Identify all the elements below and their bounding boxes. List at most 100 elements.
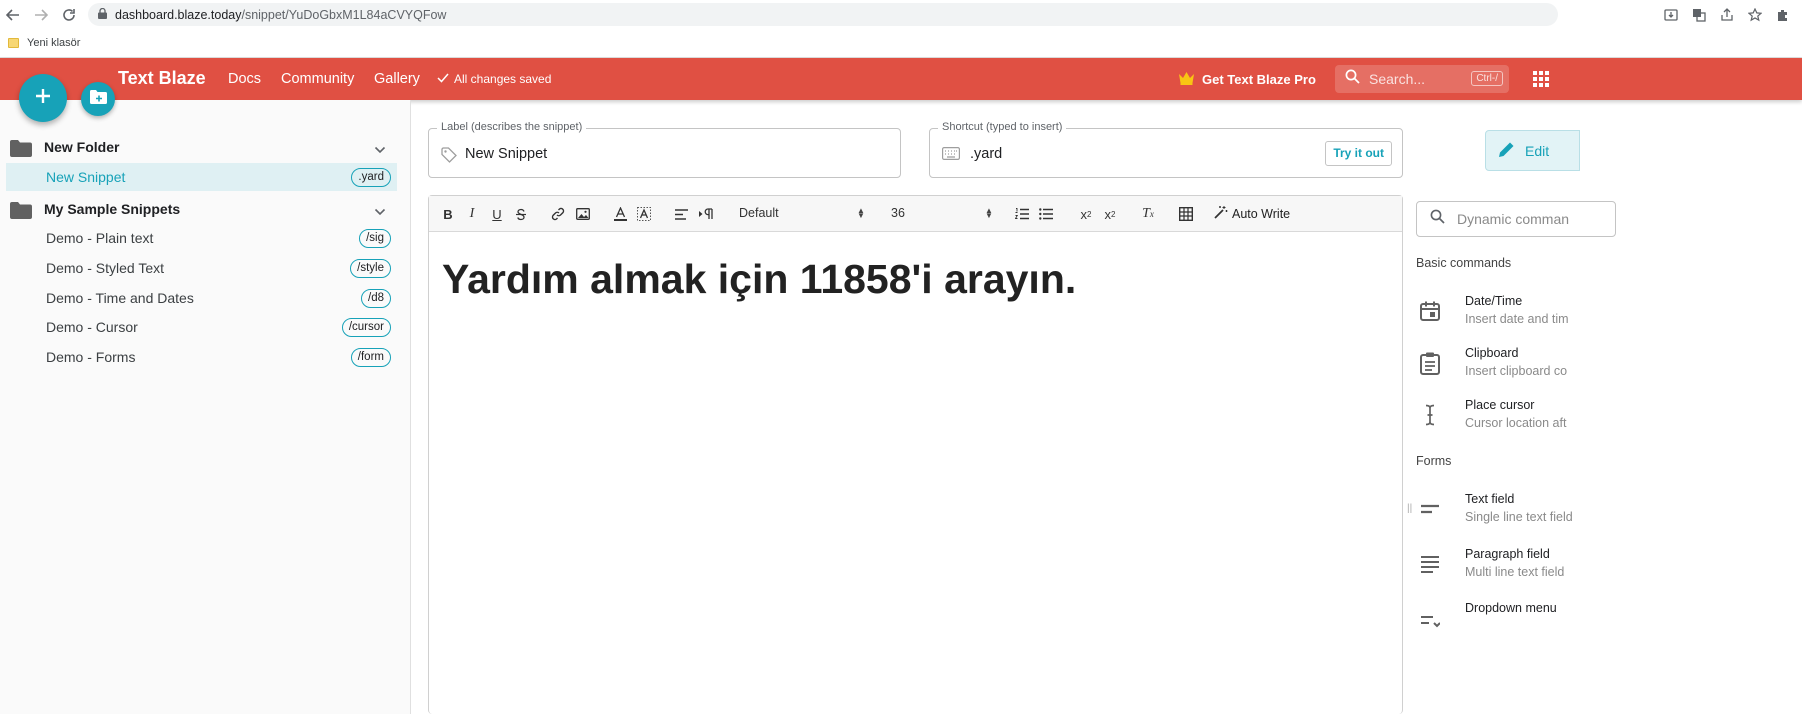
clipboard-icon: [1418, 351, 1442, 375]
install-icon[interactable]: [1660, 4, 1682, 26]
clear-format-mark: x: [1149, 209, 1154, 219]
snippet-name: Demo - Styled Text: [46, 260, 165, 276]
command-title: Clipboard: [1465, 346, 1519, 360]
url-path: /snippet/YuDoGbxM1L84aCVYQFow: [241, 7, 447, 22]
translate-icon[interactable]: [1688, 4, 1710, 26]
snippet-item-forms[interactable]: Demo - Forms /form: [6, 343, 397, 371]
snippet-item-new-snippet[interactable]: New Snippet .yard: [6, 163, 397, 191]
tab-edit-label: Edit: [1525, 142, 1550, 159]
dynamic-command-search-placeholder: Dynamic comman: [1457, 211, 1570, 227]
folder-icon: [10, 202, 32, 224]
panel-resize-handle[interactable]: ||: [1407, 503, 1412, 514]
share-icon[interactable]: [1716, 4, 1738, 26]
sidebar: New Folder New Snippet .yard My Sample S…: [0, 100, 411, 714]
browser-toolbar: dashboard.blaze.today/snippet/YuDoGbxM1L…: [0, 0, 1802, 29]
search-icon: [1345, 69, 1360, 89]
command-date-time[interactable]: Date/Time Insert date and tim: [1416, 294, 1616, 334]
bold-icon[interactable]: B: [440, 206, 456, 222]
text-direction-icon[interactable]: [698, 206, 718, 222]
new-folder-button[interactable]: [81, 82, 115, 116]
nav-docs[interactable]: Docs: [228, 71, 261, 87]
shortcut-badge: /form: [350, 348, 391, 367]
snippet-item-styled-text[interactable]: Demo - Styled Text /style: [6, 254, 397, 282]
back-icon[interactable]: [2, 4, 24, 26]
chevron-down-icon[interactable]: [374, 203, 386, 221]
label-field-legend: Label (describes the snippet): [437, 121, 587, 133]
short-text-icon: [1418, 497, 1442, 521]
app-header: Text Blaze Docs Community Gallery All ch…: [0, 58, 1802, 100]
command-clipboard[interactable]: Clipboard Insert clipboard co: [1416, 346, 1616, 386]
search-icon: [1430, 209, 1445, 229]
get-pro-label: Get Text Blaze Pro: [1202, 72, 1316, 87]
subscript-mark: 2: [1087, 209, 1092, 219]
strikethrough-icon[interactable]: [513, 206, 529, 222]
folder-icon: [8, 38, 19, 48]
font-family-select[interactable]: Default: [739, 206, 779, 220]
folder-name: My Sample Snippets: [44, 201, 181, 217]
dynamic-command-search-input[interactable]: Dynamic comman: [1416, 201, 1616, 237]
snippet-item-time-and-dates[interactable]: Demo - Time and Dates /d8: [6, 284, 397, 312]
shortcut-field[interactable]: Shortcut (typed to insert) .yard Try it …: [929, 121, 1403, 178]
brand-title[interactable]: Text Blaze: [118, 68, 206, 89]
search-shortcut-hint: Ctrl-/: [1471, 71, 1503, 86]
address-bar[interactable]: dashboard.blaze.today/snippet/YuDoGbxM1L…: [88, 3, 1558, 26]
new-snippet-button[interactable]: [19, 74, 67, 122]
command-dropdown-menu[interactable]: Dropdown menu: [1416, 601, 1616, 641]
clear-format-label: T: [1142, 206, 1150, 221]
editor-content[interactable]: Yardım almak için 11858'i arayın.: [442, 256, 1076, 303]
folder-new-folder[interactable]: New Folder: [0, 132, 400, 162]
command-title: Dropdown menu: [1465, 601, 1557, 615]
extensions-icon[interactable]: [1772, 4, 1794, 26]
subscript-icon[interactable]: x2: [1076, 206, 1096, 222]
command-title: Date/Time: [1465, 294, 1523, 308]
forward-icon[interactable]: [30, 4, 52, 26]
snippet-item-cursor[interactable]: Demo - Cursor /cursor: [6, 313, 397, 341]
italic-icon[interactable]: I: [464, 206, 480, 222]
label-field[interactable]: Label (describes the snippet) New Snippe…: [428, 121, 901, 178]
nav-community[interactable]: Community: [281, 71, 354, 87]
folder-my-sample-snippets[interactable]: My Sample Snippets: [0, 194, 400, 224]
search-input[interactable]: Search... Ctrl-/: [1335, 65, 1509, 93]
command-title: Paragraph field: [1465, 547, 1550, 561]
clear-format-icon[interactable]: Tx: [1138, 206, 1158, 222]
snippet-editor[interactable]: B I U Default ▲ ▼ 36 ▲ ▼ x2 x2 Tx Auto Wri…: [428, 195, 1403, 714]
star-icon[interactable]: [1744, 4, 1766, 26]
numbered-list-icon[interactable]: [1014, 206, 1030, 222]
nav-gallery[interactable]: Gallery: [374, 71, 420, 87]
superscript-icon[interactable]: x2: [1100, 206, 1120, 222]
crown-icon: [1178, 71, 1195, 88]
link-icon[interactable]: [550, 206, 566, 222]
get-pro-button[interactable]: Get Text Blaze Pro: [1178, 71, 1316, 88]
snippet-name: Demo - Time and Dates: [46, 290, 194, 306]
image-icon[interactable]: [575, 206, 591, 222]
snippet-name: Demo - Forms: [46, 349, 136, 365]
editor-toolbar: B I U Default ▲ ▼ 36 ▲ ▼ x2 x2 Tx Auto Wri…: [429, 196, 1402, 232]
snippet-item-plain-text[interactable]: Demo - Plain text /sig: [6, 224, 397, 252]
font-size-select[interactable]: 36: [891, 206, 905, 220]
command-description: Insert clipboard co: [1465, 364, 1568, 378]
bulleted-list-icon[interactable]: [1038, 206, 1054, 222]
chevron-down-icon[interactable]: [374, 141, 386, 159]
apps-grid-icon[interactable]: [1533, 71, 1549, 87]
try-it-out-button[interactable]: Try it out: [1325, 141, 1392, 166]
command-text-field[interactable]: Text field Single line text field: [1416, 492, 1616, 532]
bookmarks-bar: Yeni klasör: [0, 29, 1802, 58]
bookmark-item[interactable]: Yeni klasör: [27, 37, 80, 49]
tab-edit[interactable]: Edit: [1485, 130, 1580, 171]
font-select-arrows-icon: ▲ ▼: [857, 206, 865, 220]
text-color-icon[interactable]: [612, 206, 628, 222]
auto-write-button[interactable]: Auto Write: [1214, 205, 1290, 222]
shortcut-badge: /style: [350, 259, 391, 278]
command-place-cursor[interactable]: Place cursor Cursor location aft: [1416, 398, 1616, 438]
highlight-color-icon[interactable]: [636, 206, 652, 222]
command-title: Text field: [1465, 492, 1515, 506]
snippet-name: Demo - Plain text: [46, 230, 154, 246]
url-host: dashboard.blaze.today: [115, 7, 242, 22]
align-left-icon[interactable]: [673, 206, 689, 222]
table-icon[interactable]: [1178, 206, 1194, 222]
dropdown-icon: [1418, 609, 1442, 633]
underline-icon[interactable]: U: [489, 206, 505, 222]
text-cursor-icon: [1418, 403, 1442, 427]
command-paragraph-field[interactable]: Paragraph field Multi line text field: [1416, 547, 1616, 587]
reload-icon[interactable]: [58, 4, 80, 26]
